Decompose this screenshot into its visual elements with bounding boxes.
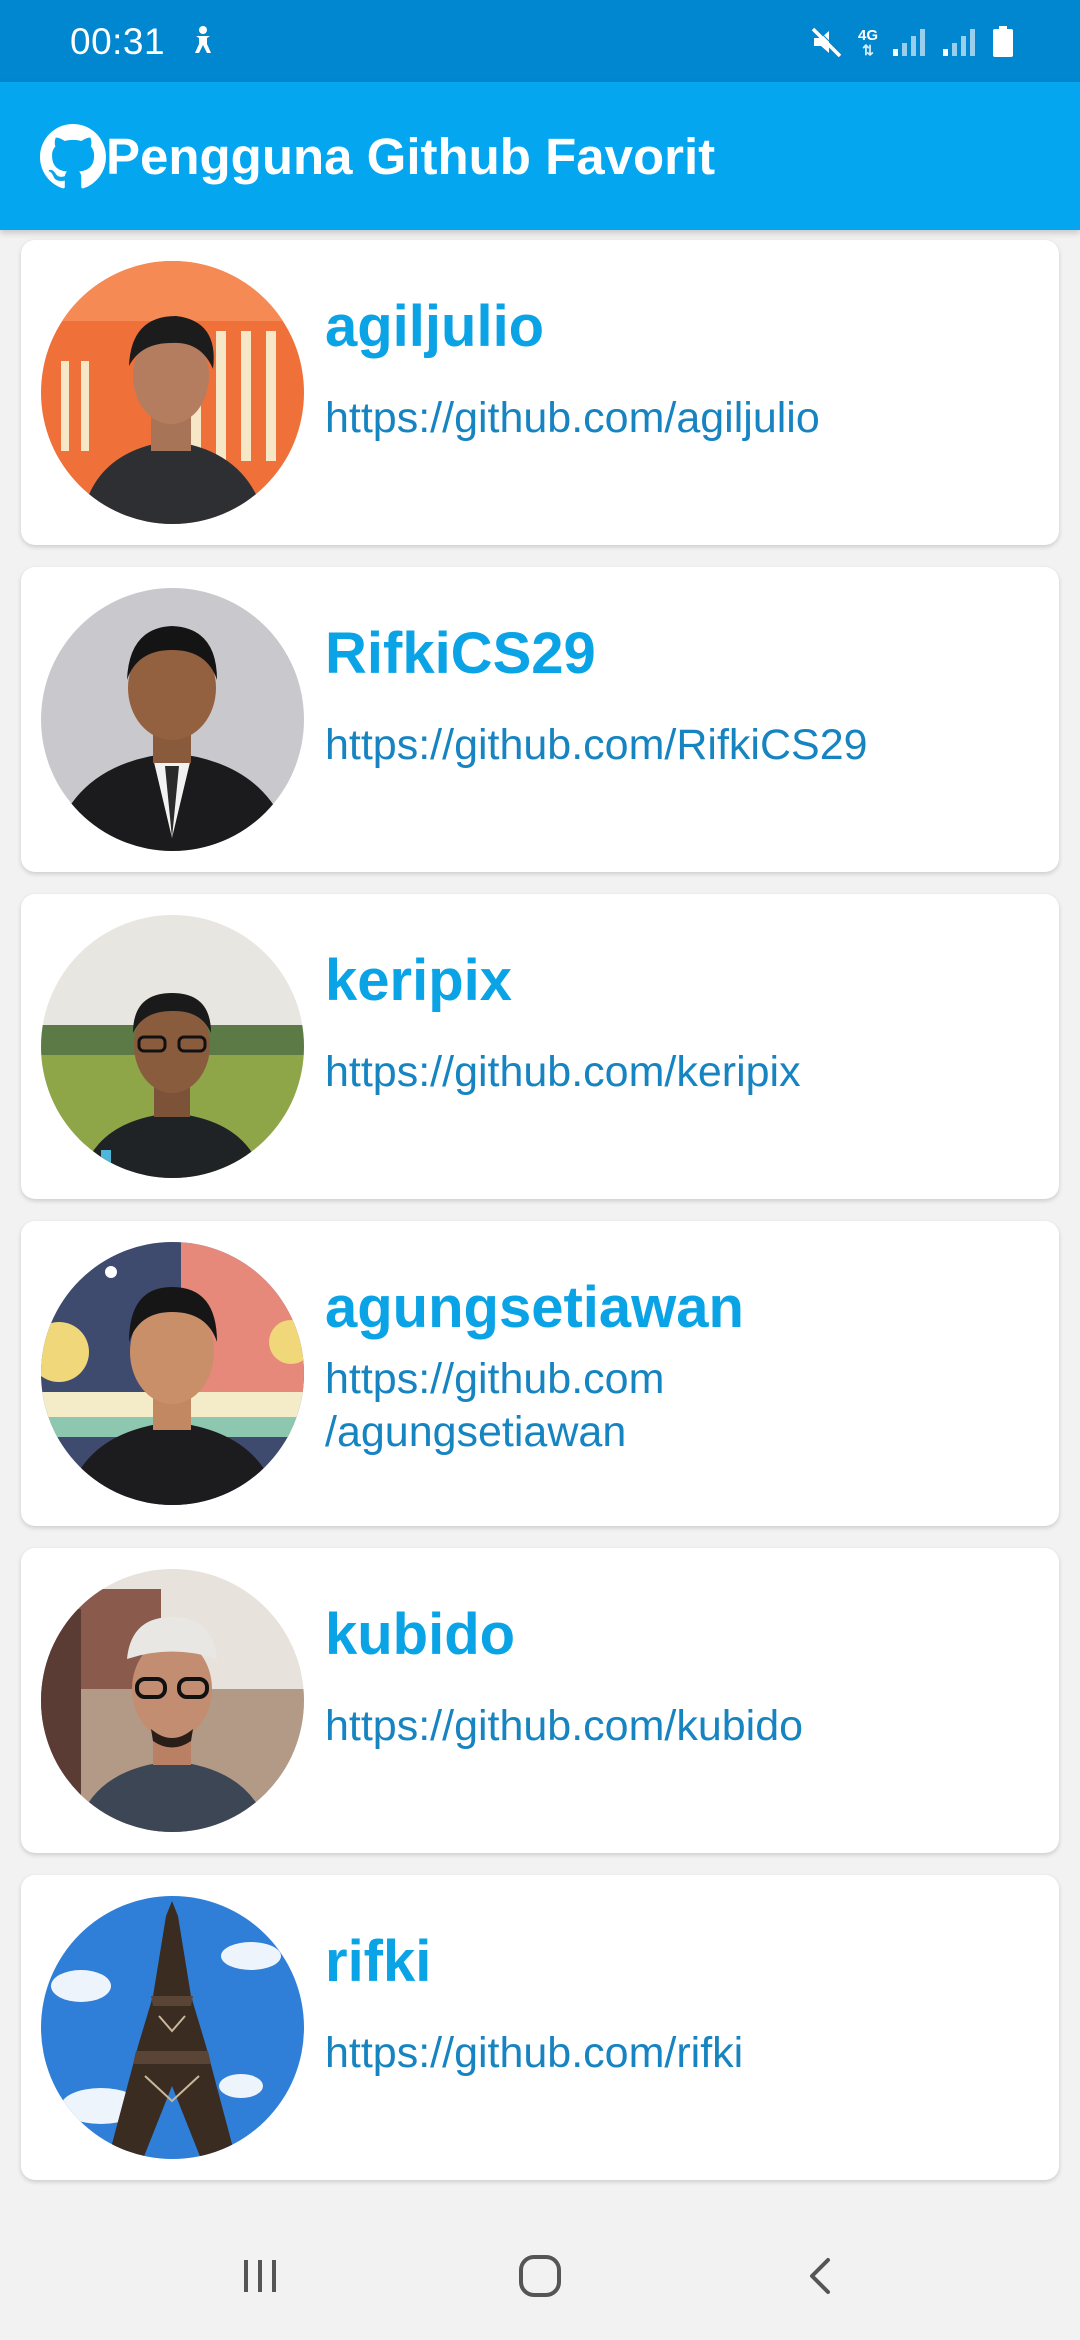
system-nav-bar [0,2212,1080,2340]
avatar [41,261,304,524]
avatar [41,1896,304,2159]
profile-url: https://github.com/keripix [325,1048,801,1096]
status-icons: 4G ⇅ [810,22,1014,62]
data-arrows-icon: ⇅ [862,41,874,58]
mute-icon [811,26,843,58]
favorite-user-list[interactable]: agiljulio https://github.com/agiljulio R… [0,230,1080,2230]
user-card[interactable]: kubido https://github.com/kubido [21,1548,1059,1853]
username: kubido [325,1602,516,1667]
back-icon [810,2258,830,2294]
username: RifkiCS29 [325,621,596,686]
user-card[interactable]: rifki https://github.com/rifki [21,1875,1059,2180]
profile-url-line-2: /agungsetiawan [325,1408,627,1456]
user-card[interactable]: agiljulio https://github.com/agiljulio [21,240,1059,545]
profile-url: https://github.com/agungsetiawan [325,1353,985,1459]
avatar [41,1242,304,1505]
profile-url: https://github.com/kubido [325,1702,804,1750]
recent-apps-icon [244,2260,276,2292]
profile-url: https://github.com/agiljulio [325,394,820,442]
network-type: 4G ⇅ [857,26,878,58]
page-title: Pengguna Github Favorit [106,128,716,185]
avatar [41,915,304,1178]
avatar [41,1569,304,1832]
battery-icon [993,26,1013,57]
profile-url-line-1: https://github.com [325,1355,665,1403]
username: agungsetiawan [325,1275,744,1340]
user-card[interactable]: RifkiCS29 https://github.com/RifkiCS29 [21,567,1059,872]
profile-url: https://github.com/RifkiCS29 [325,721,868,769]
profile-url: https://github.com/rifki [325,2029,744,2077]
accessibility-icon [195,26,211,53]
home-icon [519,2255,561,2297]
status-bar: 00:31 4G ⇅ [0,0,1080,82]
github-icon [40,124,106,189]
avatar [41,588,304,851]
signal-icon [893,29,925,56]
username: agiljulio [325,294,545,359]
back-button[interactable] [780,2236,860,2316]
recent-apps-button[interactable] [220,2236,300,2316]
status-time: 00:31 [70,21,166,62]
home-button[interactable] [500,2236,580,2316]
user-card[interactable]: agungsetiawan https://github.com/agungse… [21,1221,1059,1526]
username: rifki [325,1929,432,1994]
username: keripix [325,948,512,1013]
user-card[interactable]: keripix https://github.com/keripix [21,894,1059,1199]
app-bar: Pengguna Github Favorit [0,82,1080,230]
signal-icon [943,29,975,56]
